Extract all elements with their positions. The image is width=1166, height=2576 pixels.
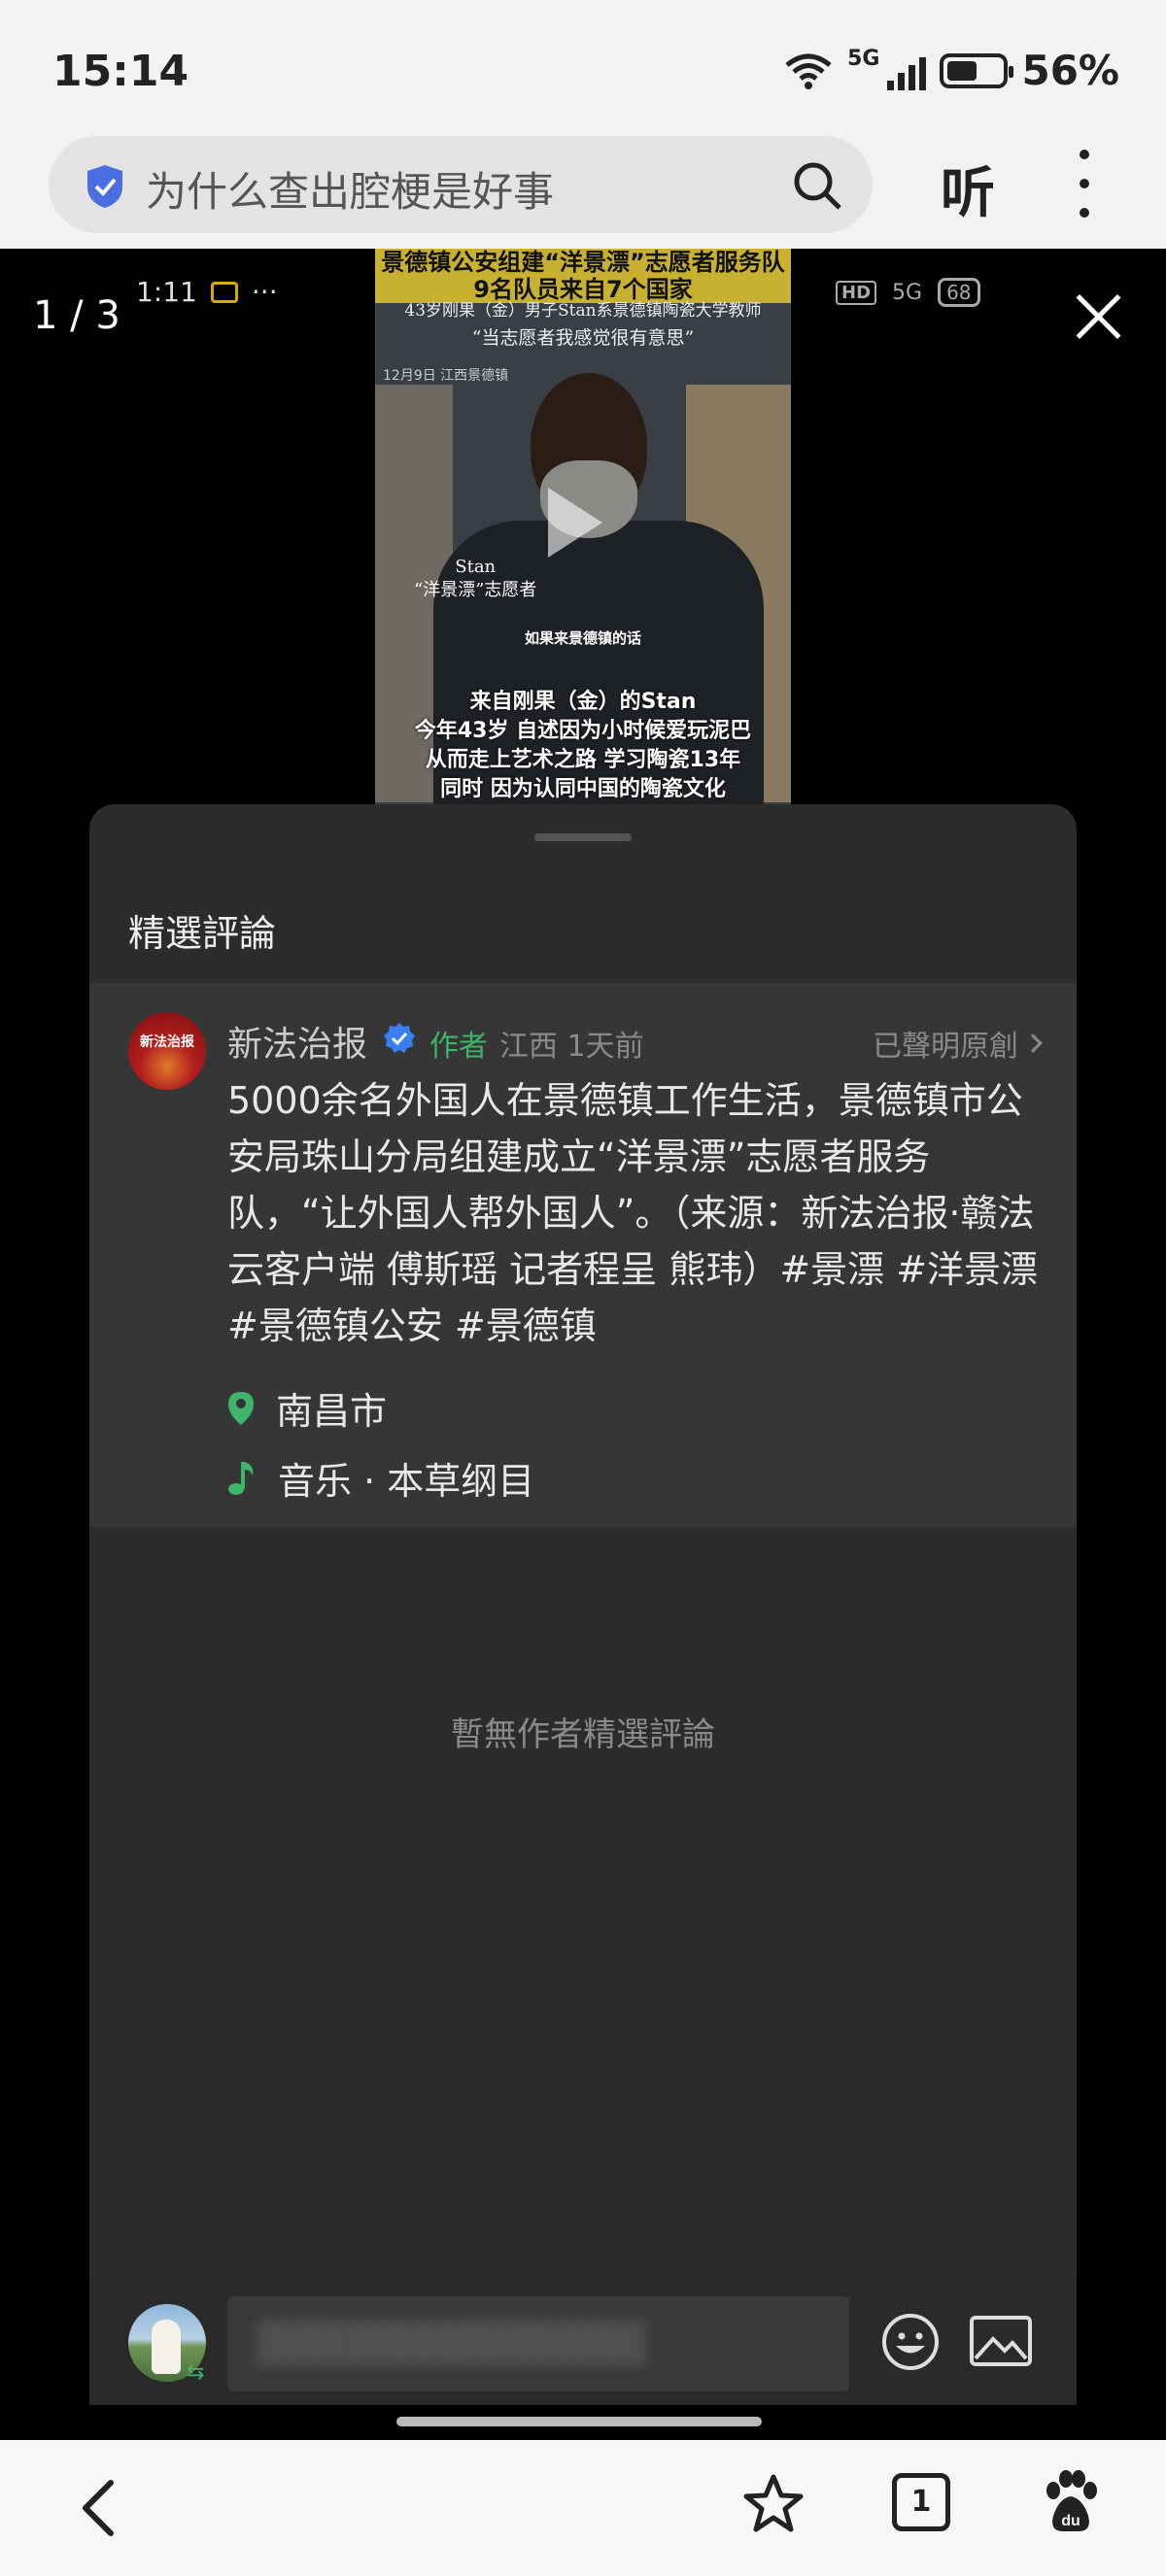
hd-badge: HD [836, 280, 877, 305]
close-icon[interactable] [1069, 288, 1127, 346]
author-name[interactable]: 新法治报 [227, 1016, 367, 1067]
svg-text:du: du [1061, 2513, 1080, 2529]
battery-percent: 56% [1021, 47, 1119, 94]
video-thumbnail[interactable]: 景德镇公安组建“洋景漂”志愿者服务队 9名队员来自7个国家 43岁刚果（金）男子… [375, 249, 791, 806]
back-icon[interactable] [74, 2477, 128, 2539]
video-quote: 如果来景德镇的话 [524, 629, 641, 647]
location-label: 南昌市 [276, 1390, 388, 1433]
location-pin-icon [228, 1391, 254, 1425]
play-icon[interactable] [548, 488, 602, 558]
subtitle-line: 从而走上艺术之路 学习陶瓷13年 [425, 748, 741, 772]
eye-icon [210, 281, 238, 303]
video-sub-line1: 43岁刚果（金）男子Stan系景德镇陶瓷大学教师 [404, 301, 762, 321]
search-icon[interactable] [791, 159, 843, 212]
status-icons: 5G 56% [783, 47, 1119, 94]
screenshot-battery: 68 [938, 278, 980, 307]
music-note-icon [228, 1461, 254, 1495]
video-header: 景德镇公安组建“洋景漂”志愿者服务队 9名队员来自7个国家 [375, 249, 791, 303]
subtitle-line: 来自刚果（金）的Stan [469, 690, 697, 714]
input-placeholder-blurred: ▓▓▓▓▓▓▓▓▓▓▓▓▓ [257, 2322, 645, 2366]
avatar-image [152, 2320, 181, 2374]
comment-input-bar: ⇆ ▓▓▓▓▓▓▓▓▓▓▓▓▓ [89, 2275, 1077, 2405]
video-subtitle: 来自刚果（金）的Stan 今年43岁 自述因为小时候爱玩泥巴 从而走上艺术之路 … [375, 688, 791, 804]
comment-meta: 江西 1天前 [499, 1030, 644, 1064]
signal-icon [887, 51, 927, 90]
drag-handle[interactable] [534, 833, 632, 841]
music-row[interactable]: 音乐 · 本草纲目 [227, 1451, 534, 1505]
video-date: 12月9日 江西景德镇 [383, 368, 509, 384]
screenshot-status-left: 1:11 ··· [136, 276, 278, 308]
author-avatar[interactable]: 新法治报 [128, 1012, 206, 1090]
verified-icon [384, 1023, 415, 1053]
sheet-title: 精選評論 [128, 912, 277, 955]
comment-input[interactable]: ▓▓▓▓▓▓▓▓▓▓▓▓▓ [227, 2296, 849, 2391]
subtitle-line: 同时 因为认同中国的陶瓷文化 [440, 777, 726, 801]
image-icon[interactable] [970, 2316, 1032, 2366]
screenshot-dots: ··· [251, 276, 278, 308]
screenshot-time: 1:11 [136, 276, 197, 308]
bottom-nav: 1 du [0, 2440, 1166, 2576]
original-claim-link[interactable]: 已聲明原創 [873, 1022, 1043, 1065]
status-time: 15:14 [52, 47, 189, 96]
shield-icon [87, 165, 122, 208]
battery-icon [940, 52, 1014, 88]
chevron-right-icon [1023, 1034, 1043, 1053]
emoji-icon[interactable] [880, 2312, 941, 2372]
image-viewer: 1 / 3 1:11 ··· HD 5G 68 景德镇公安组建“洋景漂”志愿者服… [0, 249, 1166, 2434]
home-indicator[interactable] [396, 2417, 762, 2426]
comments-sheet: 精選評論 新法治报 新法治报 作者 江西 1天前 已聲明原創 5000余名外国人… [89, 804, 1077, 2405]
avatar-logo-text: 新法治报 [140, 1034, 194, 1050]
page-indicator: 1 / 3 [33, 293, 120, 338]
wifi-icon [785, 53, 832, 89]
music-label: 音乐 · 本草纲目 [278, 1460, 535, 1503]
name-tag-role: “洋景漂”志愿者 [414, 580, 537, 600]
comment-body: 5000余名外国人在景德镇工作生活，景德镇市公安局珠山分局组建成立“洋景漂”志愿… [227, 1079, 1038, 1347]
account-switch-icon[interactable]: ⇆ [187, 2360, 204, 2385]
baidu-paw-icon[interactable]: du [1040, 2469, 1102, 2537]
search-query: 为什么查出腔梗是好事 [146, 168, 555, 216]
bookmark-star-icon[interactable] [742, 2473, 805, 2535]
name-tag: Stan “洋景漂”志愿者 [414, 556, 536, 602]
empty-state-text: 暫無作者精選評論 [451, 1715, 715, 1754]
browser-toolbar: 为什么查出腔梗是好事 听 [0, 136, 1166, 249]
video-subheader: 43岁刚果（金）男子Stan系景德镇陶瓷大学教师 “当志愿者我感觉很有意思” [375, 297, 791, 352]
video-header-line1: 景德镇公安组建“洋景漂”志愿者服务队 [381, 249, 785, 276]
location-row[interactable]: 南昌市 [227, 1381, 387, 1435]
search-input[interactable]: 为什么查出腔梗是好事 [49, 136, 873, 233]
more-menu-icon[interactable] [1073, 150, 1096, 218]
screenshot-network: 5G [892, 280, 923, 305]
tabs-button[interactable]: 1 [892, 2473, 950, 2531]
status-bar: 15:14 5G 56% [0, 0, 1166, 136]
author-comment: 新法治报 新法治报 作者 江西 1天前 已聲明原創 5000余名外国人在景德镇工… [89, 983, 1077, 1527]
name-tag-name: Stan [455, 557, 497, 577]
screenshot-status-right: HD 5G 68 [836, 278, 980, 307]
video-sub-line2: “当志愿者我感觉很有意思” [471, 327, 695, 349]
original-claim-label: 已聲明原創 [873, 1030, 1018, 1064]
author-tag: 作者 [429, 1030, 488, 1064]
network-type: 5G [847, 47, 880, 71]
listen-button[interactable]: 听 [941, 150, 995, 228]
subtitle-line: 今年43岁 自述因为小时候爱玩泥巴 [414, 719, 752, 743]
